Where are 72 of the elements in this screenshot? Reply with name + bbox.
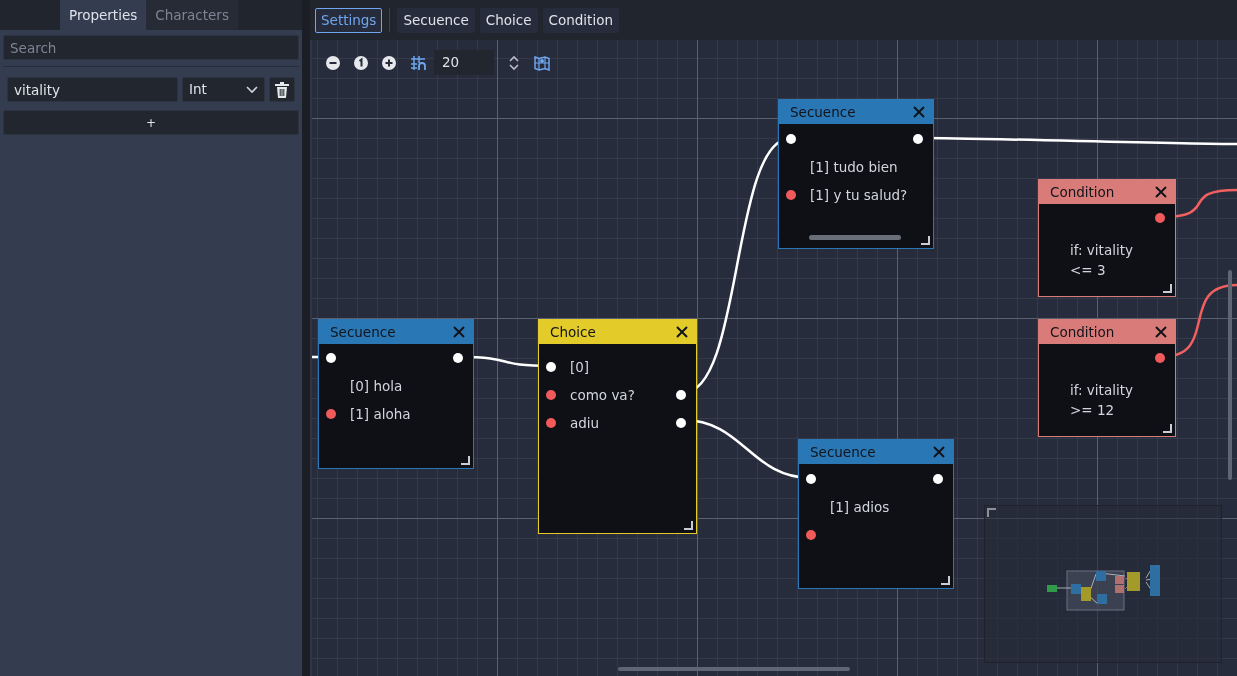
graph-node[interactable]: Secuence [0] hola [1] aloha [318,319,474,469]
output-port[interactable] [913,134,923,144]
node-row-text: adiu [570,413,600,433]
graph-node[interactable]: Secuence [1] tudo bien [1] y tu salud? [778,99,934,249]
node-row-text: [1] tudo bien [810,157,898,177]
delete-button[interactable] [269,77,295,102]
resize-grip-icon[interactable] [1163,424,1172,433]
resize-grip-icon[interactable] [684,521,693,530]
resize-grip-icon[interactable] [1163,284,1172,293]
node-row-text: if: vitality <= 3 [1070,241,1134,280]
input-port[interactable] [786,134,796,144]
node-title: Secuence [810,442,876,462]
node-title: Secuence [330,322,396,342]
output-port[interactable] [676,418,686,428]
output-port[interactable] [1155,213,1165,223]
resize-grip-icon[interactable] [921,236,930,245]
toolbar-button[interactable]: Condition [542,7,619,33]
node-row-text: como va? [570,385,635,405]
horizontal-scrollbar[interactable] [618,667,850,671]
graph-node[interactable]: Choice [0] como va? adiu [538,319,697,534]
type-dropdown[interactable]: Int [182,77,265,102]
node-title: Choice [550,322,596,342]
input-port[interactable] [806,530,816,540]
node-row-text: [0] [570,357,590,377]
node-row-text: [0] hola [350,376,403,396]
zoom-out-icon[interactable] [326,55,340,70]
spin-arrows-icon[interactable] [508,54,520,71]
minimap-drawing[interactable] [984,505,1222,663]
node-scrollbar[interactable] [809,235,901,240]
toolbar-button[interactable]: Choice [479,7,538,33]
zoom-reset-icon[interactable] [354,55,368,70]
input-port[interactable] [546,390,556,400]
input-port[interactable] [546,418,556,428]
minimap-icon[interactable] [534,54,550,71]
node-row-text: [1] y tu salud? [810,185,908,205]
panel-tab[interactable]: Characters [146,0,238,30]
node-title: Secuence [790,102,856,122]
input-port[interactable] [326,353,336,363]
graph-canvas[interactable]: 20 Secuence [0] hola [1] aloha Choice [0] como va? adiu Secuence [1] tudo bien [1] y tu salud? Condition if: vitality <= 3 Condition if: vitality >= 12 Secuence [1] adios [310,40,1237,676]
input-port[interactable] [546,362,556,372]
close-icon[interactable] [676,326,688,338]
input-port[interactable] [786,190,796,200]
node-title: Condition [1050,322,1115,342]
graph-node[interactable]: Condition if: vitality <= 3 [1038,179,1176,297]
toolbar-button[interactable]: Settings [315,7,383,33]
node-title: Condition [1050,182,1115,202]
vertical-scrollbar[interactable] [1228,270,1232,480]
property-name-field[interactable]: vitality [7,77,178,102]
input-port[interactable] [806,474,816,484]
grid-snap-icon[interactable] [410,54,426,71]
output-port[interactable] [676,390,686,400]
graph-node[interactable]: Secuence [1] adios [798,439,954,589]
close-icon[interactable] [1155,326,1167,338]
output-port[interactable] [453,353,463,363]
panel-tab[interactable]: Properties [60,0,147,30]
chevron-down-icon [246,85,258,94]
output-port[interactable] [933,474,943,484]
trash-icon [274,81,290,98]
resize-grip-icon[interactable] [941,576,950,585]
snap-step-field[interactable]: 20 [434,50,494,75]
toolbar-button[interactable]: Secuence [397,7,475,33]
graph-node[interactable]: Condition if: vitality >= 12 [1038,319,1176,437]
input-port[interactable] [326,409,336,419]
zoom-in-icon[interactable] [382,55,396,70]
add-property-button[interactable]: + [3,110,299,135]
node-row-text: [1] aloha [350,404,411,424]
resize-grip-icon[interactable] [461,456,470,465]
node-row-text: [1] adios [830,497,890,517]
node-row-text: if: vitality >= 12 [1070,381,1134,420]
output-port[interactable] [1155,353,1165,363]
close-icon[interactable] [1155,186,1167,198]
search-field[interactable]: Search [3,35,299,60]
